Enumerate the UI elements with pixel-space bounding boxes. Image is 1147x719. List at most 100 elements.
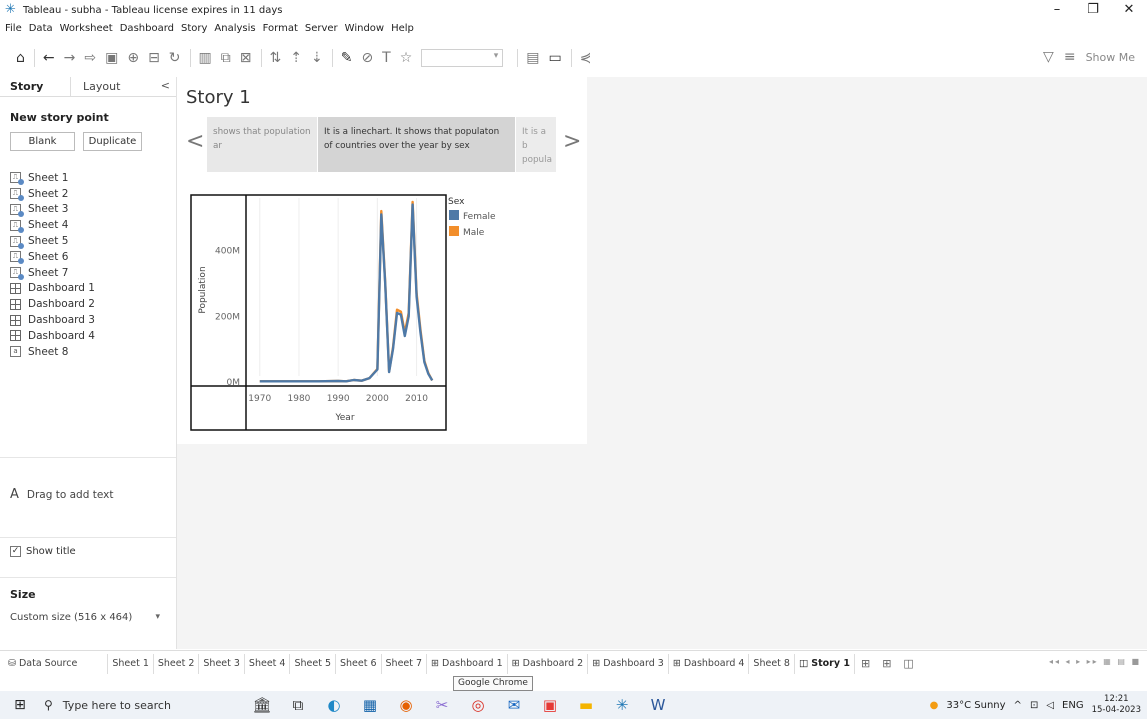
show-title-checkbox[interactable]: ✓ Show title: [10, 546, 76, 557]
volume-icon[interactable]: ◁: [1046, 700, 1054, 711]
clock[interactable]: 12:21 15-04-2023: [1092, 694, 1141, 716]
store-icon[interactable]: ▦: [352, 696, 388, 714]
tab-sheet-3[interactable]: Sheet 3: [199, 653, 245, 674]
refresh-icon[interactable]: ↻: [169, 50, 181, 66]
group-icon[interactable]: ⊘: [361, 50, 373, 66]
sort-descending-icon[interactable]: ⇣: [311, 50, 323, 66]
list-item[interactable]: ⎍ Sheet 7: [10, 265, 176, 281]
home-icon[interactable]: ⌂: [16, 50, 25, 66]
menu-data[interactable]: Data: [29, 23, 53, 34]
new-dashboard-icon[interactable]: ⊞: [876, 657, 897, 670]
tray-chevron-icon[interactable]: ^: [1014, 700, 1022, 711]
replay-icon[interactable]: ⇨: [84, 50, 96, 66]
list-item[interactable]: Dashboard 2: [10, 296, 176, 312]
edge-icon[interactable]: ◐: [316, 696, 352, 714]
menu-server[interactable]: Server: [305, 23, 338, 34]
story-point-previous[interactable]: shows that population ar: [207, 117, 317, 172]
duplicate-button[interactable]: Duplicate: [83, 132, 142, 151]
tab-dashboard-3[interactable]: ⊞ Dashboard 3: [588, 653, 669, 674]
windows-start-icon[interactable]: ⊞: [6, 691, 34, 719]
tab-sheet-7[interactable]: Sheet 7: [382, 653, 428, 674]
new-datasource-icon[interactable]: ⊕: [127, 50, 139, 66]
tab-dashboard-1[interactable]: ⊞ Dashboard 1: [427, 653, 508, 674]
new-worksheet-icon[interactable]: ⊞: [855, 657, 876, 670]
tab-dashboard-4[interactable]: ⊞ Dashboard 4: [669, 653, 750, 674]
tab-data-source[interactable]: ⛁ Data Source: [0, 653, 109, 674]
fit-dropdown[interactable]: [421, 49, 504, 67]
list-item[interactable]: Dashboard 1: [10, 281, 176, 297]
blank-button[interactable]: Blank: [10, 132, 75, 151]
new-worksheet-icon[interactable]: ▥: [199, 50, 212, 66]
menu-worksheet[interactable]: Worksheet: [60, 23, 113, 34]
menu-story[interactable]: Story: [181, 23, 207, 34]
store-bag-icon[interactable]: ▣: [532, 696, 568, 714]
list-item[interactable]: ⎍ Sheet 3: [0, 201, 176, 218]
list-item[interactable]: ⎍ Sheet 1: [10, 170, 176, 186]
menu-window[interactable]: Window: [345, 23, 384, 34]
filter-icon[interactable]: ▽: [1043, 49, 1054, 65]
highlight-icon[interactable]: ✎: [341, 50, 353, 66]
undo-icon[interactable]: ←: [43, 50, 55, 66]
show-cards-icon[interactable]: ▤: [526, 50, 539, 66]
next-story-point-icon[interactable]: >: [563, 129, 581, 154]
duplicate-sheet-icon[interactable]: ⧉: [221, 50, 231, 66]
menu-help[interactable]: Help: [391, 23, 414, 34]
file-explorer-icon[interactable]: ▬: [568, 696, 604, 714]
list-item[interactable]: a Sheet 8: [10, 344, 176, 360]
pin-icon[interactable]: ☆: [400, 50, 413, 66]
language-indicator[interactable]: ENG: [1062, 700, 1084, 711]
tab-dashboard-2[interactable]: ⊞ Dashboard 2: [508, 653, 589, 674]
firefox-icon[interactable]: ◉: [388, 696, 424, 714]
story-title[interactable]: Story 1: [186, 87, 251, 108]
swap-icon[interactable]: ⇅: [270, 50, 282, 66]
label-icon[interactable]: T: [382, 50, 391, 66]
close-button[interactable]: ✕: [1111, 0, 1147, 20]
weather-text[interactable]: 33°C Sunny: [946, 700, 1005, 711]
word-icon[interactable]: W: [640, 696, 676, 714]
tab-sheet-6[interactable]: Sheet 6: [336, 653, 382, 674]
story-point-next[interactable]: It is a b popula: [516, 117, 556, 172]
tab-scroll-icons[interactable]: ◂◂ ◂ ▸ ▸▸ ▦ ▤ ■: [1049, 657, 1141, 666]
network-icon[interactable]: ⊡: [1030, 700, 1038, 711]
weather-icon[interactable]: ●: [930, 700, 939, 711]
tab-sheet-4[interactable]: Sheet 4: [245, 653, 291, 674]
tableau-app-icon[interactable]: ✳: [604, 696, 640, 714]
mail-icon[interactable]: ✉: [496, 696, 532, 714]
tab-story[interactable]: Story: [0, 77, 70, 97]
redo-icon[interactable]: →: [64, 50, 76, 66]
task-view-icon[interactable]: ⧉: [280, 696, 316, 714]
show-me-icon[interactable]: ≡: [1064, 49, 1076, 65]
collapse-pane-icon[interactable]: <: [161, 79, 170, 92]
sort-ascending-icon[interactable]: ⇡: [290, 50, 302, 66]
tab-layout[interactable]: Layout: [70, 76, 150, 97]
minimize-button[interactable]: –: [1039, 0, 1075, 20]
snipping-tool-icon[interactable]: ✂: [424, 696, 460, 714]
tab-sheet-5[interactable]: Sheet 5: [290, 653, 336, 674]
save-icon[interactable]: ▣: [105, 50, 118, 66]
menu-analysis[interactable]: Analysis: [214, 23, 255, 34]
list-item[interactable]: Dashboard 3: [10, 312, 176, 328]
taskbar-search[interactable]: ⚲ Type here to search: [34, 691, 224, 719]
list-item[interactable]: ⎍ Sheet 5: [10, 233, 176, 249]
list-item[interactable]: ⎍ Sheet 6: [10, 249, 176, 265]
maximize-button[interactable]: ❐: [1075, 0, 1111, 20]
list-item[interactable]: ⎍ Sheet 2: [10, 186, 176, 202]
previous-story-point-icon[interactable]: <: [186, 129, 204, 154]
show-me-button[interactable]: Show Me: [1086, 51, 1135, 64]
menu-dashboard[interactable]: Dashboard: [120, 23, 174, 34]
menu-format[interactable]: Format: [263, 23, 298, 34]
chrome-icon[interactable]: ◎: [460, 696, 496, 714]
news-widget-icon[interactable]: 🏛: [244, 696, 280, 714]
presentation-icon[interactable]: ▭: [549, 50, 562, 66]
population-line-chart[interactable]: 0M 200M 400M Population 1970 1980 1990 2000 2010…: [190, 194, 496, 431]
menu-file[interactable]: File: [5, 23, 22, 34]
tab-sheet-8[interactable]: Sheet 8: [749, 653, 795, 674]
pause-updates-icon[interactable]: ⊟: [148, 50, 160, 66]
new-story-icon[interactable]: ◫: [897, 657, 919, 670]
size-dropdown[interactable]: Custom size (516 x 464) ▾: [10, 612, 160, 623]
tab-sheet-1[interactable]: Sheet 1: [108, 653, 154, 674]
tab-sheet-2[interactable]: Sheet 2: [154, 653, 200, 674]
clear-sheet-icon[interactable]: ⊠: [240, 50, 252, 66]
share-icon[interactable]: ⋞: [580, 50, 592, 66]
story-point-current[interactable]: It is a linechart. It shows that populat…: [318, 117, 515, 172]
